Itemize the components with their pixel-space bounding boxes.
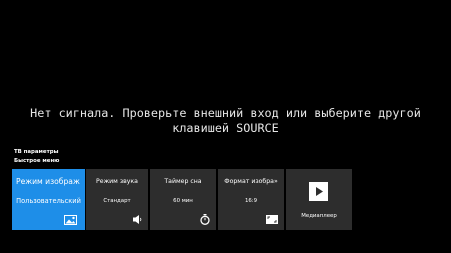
- tile-sound-mode-value: Стандарт: [103, 198, 131, 204]
- tile-aspect-ratio-value: 16:9: [244, 198, 258, 204]
- tile-sleep-timer-value: 60 мин: [173, 198, 193, 204]
- play-icon: [309, 182, 328, 201]
- tile-sleep-timer-title: Таймер сна: [164, 178, 202, 185]
- tile-picture-mode-title: Режим изображ: [16, 177, 80, 186]
- timer-icon: [200, 214, 210, 225]
- no-signal-line-1: Нет сигнала. Проверьте внешний вход или …: [30, 106, 421, 120]
- tv-screen: Нет сигнала. Проверьте внешний вход или …: [0, 0, 451, 253]
- tile-sleep-timer[interactable]: Таймер сна 60 мин: [150, 169, 216, 230]
- tile-aspect-ratio-title: Формат изобра»: [224, 178, 278, 185]
- tile-picture-mode[interactable]: Режим изображ Пользовательский: [12, 169, 85, 230]
- picture-icon: [64, 215, 77, 225]
- no-signal-message: Нет сигнала. Проверьте внешний вход или …: [0, 106, 451, 136]
- aspect-ratio-icon: [266, 215, 278, 224]
- tile-picture-mode-value: Пользовательский: [16, 197, 81, 205]
- no-signal-line-2: клавишей SOURCE: [172, 121, 279, 135]
- tile-sound-mode[interactable]: Режим звука Стандарт: [86, 169, 148, 230]
- tile-sound-mode-title: Режим звука: [96, 178, 138, 185]
- breadcrumb-section: ТВ параметры: [14, 149, 59, 155]
- breadcrumb-menu: Быстрое меню: [14, 158, 60, 164]
- tile-media-player-label: Медиаплеер: [301, 213, 337, 219]
- tile-aspect-ratio[interactable]: Формат изобра» 16:9: [218, 169, 284, 230]
- tile-media-player[interactable]: Медиаплеер: [286, 169, 352, 230]
- speaker-icon: [133, 215, 142, 224]
